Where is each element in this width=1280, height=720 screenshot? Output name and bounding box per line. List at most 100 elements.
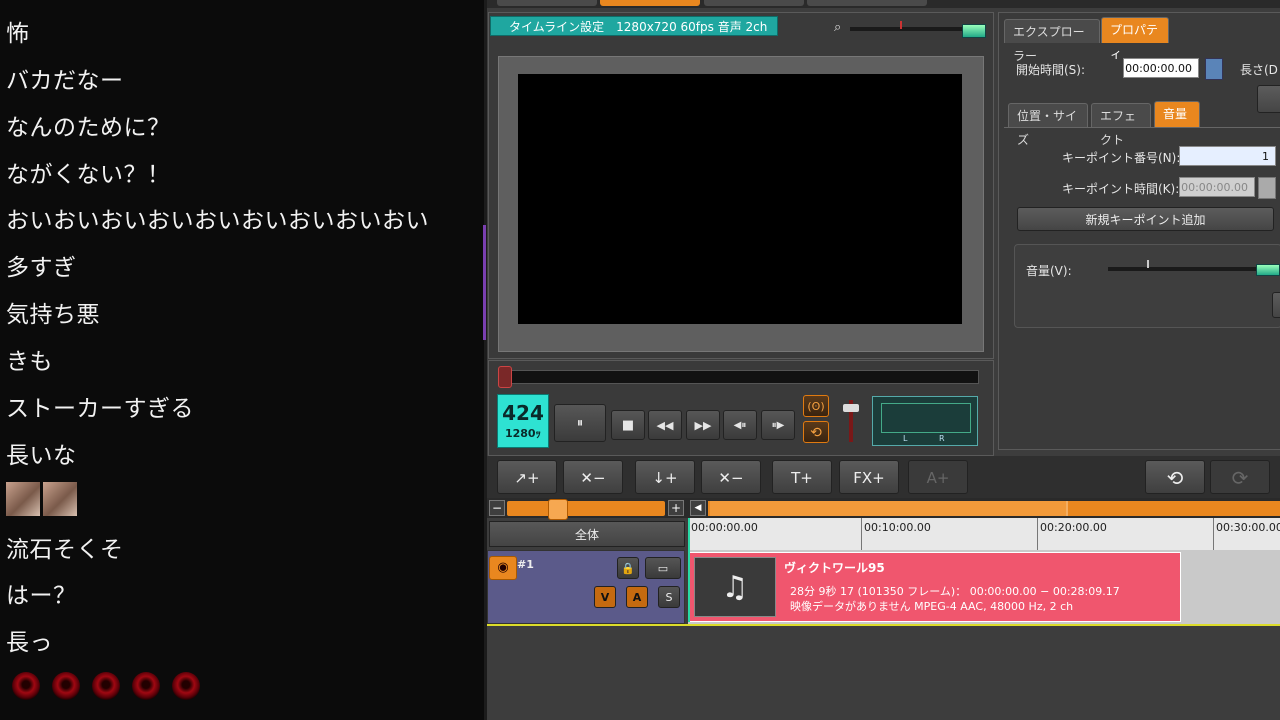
fast-forward-button[interactable]: ▶▶ (686, 410, 720, 440)
insert-clip-button[interactable]: ↗+ (497, 460, 557, 494)
lock-icon[interactable]: 🔒 (617, 557, 639, 579)
comment-text: 多すぎ (6, 255, 77, 281)
counter-sub: 1280ｯ (504, 427, 542, 440)
emote-images (6, 482, 80, 522)
comment-text: おいおいおいおいおいおいおいおいおい (6, 208, 429, 234)
add-track-button[interactable]: ↓+ (635, 460, 695, 494)
clip-title: ヴィクトワール95 (784, 561, 885, 575)
loop-icon[interactable]: ⟲ (803, 421, 829, 443)
solo-button[interactable]: S (658, 586, 680, 608)
timeline-scroll-thumb[interactable] (710, 501, 1068, 516)
volume-slider-knob[interactable] (1256, 264, 1280, 276)
volume-panel (1014, 244, 1280, 328)
volume-extra-button[interactable] (1272, 292, 1280, 318)
view-all-button[interactable]: 全体 (489, 521, 685, 547)
emote-image (6, 482, 40, 516)
remove-track-button[interactable]: ✕− (701, 460, 761, 494)
playhead[interactable] (688, 518, 690, 622)
start-time-label: 開始時間(S): (1016, 63, 1086, 77)
undo-icon[interactable]: ⟲ (1145, 460, 1205, 494)
ruler-label: 00:10:00.00 (864, 521, 931, 534)
keypoint-number-label: キーポイント番号(N): (1062, 151, 1181, 165)
redo-icon[interactable]: ⟳ (1210, 460, 1270, 494)
volume-slider-tick (1147, 260, 1149, 268)
step-forward-button[interactable]: ⏸▶ (761, 410, 795, 440)
length-button[interactable] (1257, 85, 1280, 113)
comment-pane: 怖 バカだなー なんのために？ ながくない？！ おいおいおいおいおいおいおいおい… (0, 0, 484, 720)
top-tab[interactable] (704, 0, 804, 6)
zoom-out-button[interactable]: − (489, 500, 505, 516)
comment-text: なんのために？ (6, 115, 171, 141)
time-ruler[interactable]: 00:00:00.00 00:10:00.00 00:20:00.00 00:3… (688, 518, 1280, 551)
preview-zoom-knob[interactable] (962, 24, 986, 38)
red-orb-icon (52, 672, 80, 700)
comment-text: ながくない？！ (6, 162, 171, 188)
audio-toggle-button[interactable]: A (626, 586, 648, 608)
subtab-volume[interactable]: 音量 (1154, 101, 1200, 127)
red-orb-icon (172, 672, 200, 700)
zoom-track[interactable] (507, 501, 665, 516)
ruler-label: 00:00:00.00 (691, 521, 758, 534)
top-tab[interactable] (497, 0, 597, 6)
stop-button[interactable]: ■ (611, 410, 645, 440)
add-effect-button[interactable]: FX+ (839, 460, 899, 494)
eye-icon[interactable]: ◉ (489, 556, 517, 580)
keypoint-time-spinner[interactable] (1258, 177, 1276, 199)
comment-text: 気持ち悪 (6, 302, 100, 328)
track-display-icon[interactable]: ▭ (645, 557, 681, 579)
music-note-icon: ♫ (694, 557, 776, 617)
video-toggle-button[interactable]: V (594, 586, 616, 608)
timeline-empty-area[interactable] (487, 626, 1280, 720)
meter-left-label: L (903, 434, 908, 443)
tab-explorer[interactable]: エクスプローラー (1004, 19, 1100, 63)
subtab-effect[interactable]: エフェクト (1091, 103, 1151, 147)
red-orb-icon (92, 672, 120, 700)
comment-text: はー？ (6, 583, 77, 609)
subtab-position-size[interactable]: 位置・サイズ (1008, 103, 1088, 147)
add-text-button[interactable]: T+ (772, 460, 832, 494)
scroll-left-button[interactable]: ◀ (690, 500, 706, 516)
audio-monitor-icon[interactable]: (ʘ) (803, 395, 829, 417)
comment-text: 流石そくそ (6, 537, 124, 563)
top-tab[interactable] (807, 0, 927, 6)
add-audio-button[interactable]: A+ (908, 460, 968, 494)
subtab-divider (1004, 127, 1280, 128)
red-orb-emotes (12, 672, 212, 706)
rewind-button[interactable]: ◀◀ (648, 410, 682, 440)
comment-text: きも (6, 349, 53, 375)
volume-label: 音量(V): (1026, 264, 1072, 278)
seek-handle[interactable] (498, 366, 512, 388)
red-orb-icon (132, 672, 160, 700)
audio-level-meter: L R (872, 396, 978, 446)
comment-text: ストーカーすぎる (6, 396, 194, 422)
comment-text: バカだなー (6, 68, 124, 94)
clip-duration-info: 28分 9秒 17 (101350 フレーム)： 00:00:00.00 − 0… (790, 585, 1120, 598)
timeline-settings-tab[interactable]: タイムライン設定 1280x720 60fps 音声 2ch (490, 16, 778, 36)
comment-text: 長っ (6, 630, 53, 656)
step-back-button[interactable]: ◀⏸ (723, 410, 757, 440)
zoom-knob[interactable] (548, 499, 568, 520)
length-label: 長さ(D (1240, 63, 1278, 77)
volume-slider-track[interactable] (1108, 267, 1280, 271)
top-tab-active[interactable] (600, 0, 700, 6)
comment-text: 怖 (6, 21, 30, 47)
frame-counter: 424 1280ｯ (497, 394, 549, 448)
delete-clip-button[interactable]: ✕− (563, 460, 623, 494)
master-volume-slider[interactable] (840, 396, 862, 446)
seek-bar[interactable] (499, 370, 979, 384)
preview-screen (518, 74, 962, 324)
zoom-marker (900, 21, 902, 29)
add-keypoint-button[interactable]: 新規キーポイント追加 (1017, 207, 1274, 231)
keypoint-time-field[interactable]: 00:00:00.00 (1179, 177, 1255, 197)
start-time-spinner[interactable] (1205, 58, 1223, 80)
tab-property[interactable]: プロパティ (1101, 17, 1169, 61)
zoom-search-icon[interactable]: ⌕ (834, 20, 841, 35)
zoom-in-button[interactable]: + (668, 500, 684, 516)
start-time-field[interactable]: 00:00:00.00 (1123, 58, 1199, 78)
keypoint-number-field[interactable]: 1 (1179, 146, 1276, 166)
clip-format-info: 映像データがありません MPEG-4 AAC, 48000 Hz, 2 ch (790, 600, 1074, 613)
keypoint-time-label: キーポイント時間(K): (1062, 182, 1180, 196)
pane-divider-accent (483, 225, 486, 340)
pause-button[interactable]: ⏸ (554, 404, 606, 442)
ruler-label: 00:30:00.00 (1216, 521, 1280, 534)
